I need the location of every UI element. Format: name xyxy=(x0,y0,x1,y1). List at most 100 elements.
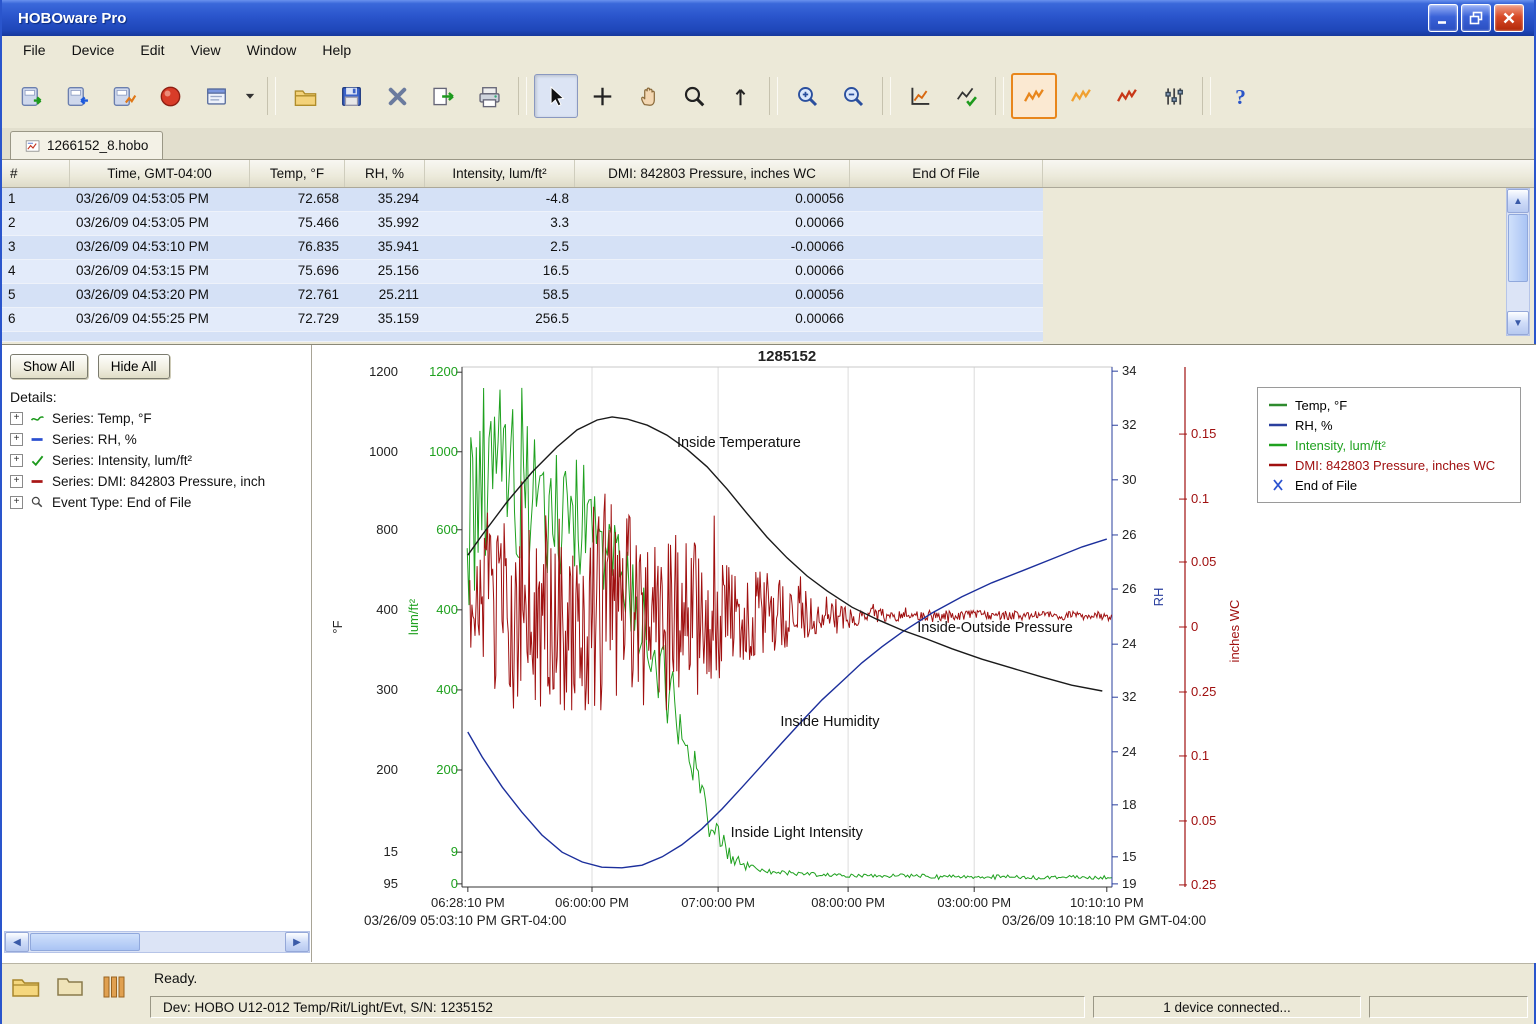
crosshair-tool-icon xyxy=(589,83,616,110)
table-vertical-scrollbar[interactable]: ▲ ▼ xyxy=(1506,188,1530,336)
menu-help[interactable]: Help xyxy=(309,38,364,62)
readout-device-button[interactable] xyxy=(56,74,100,118)
expand-icon[interactable]: + xyxy=(10,475,23,488)
device-status-button[interactable] xyxy=(194,74,238,118)
scrollbar-thumb[interactable] xyxy=(30,933,140,951)
table-row[interactable]: 6 03/26/09 04:55:25 PM 72.729 35.159 256.5 0.… xyxy=(2,308,1043,332)
plot-device-data-button[interactable] xyxy=(102,74,146,118)
tab-strip: 1266152_8.hobo xyxy=(2,128,1534,160)
axis-settings-icon xyxy=(907,83,934,110)
document-tab[interactable]: 1266152_8.hobo xyxy=(10,131,164,159)
legend-marker-icon xyxy=(1268,399,1288,411)
svg-text:06:28:10 PM: 06:28:10 PM xyxy=(431,895,505,910)
svg-text:32: 32 xyxy=(1122,417,1136,432)
arrow-left-icon: ◀ xyxy=(13,936,21,948)
column-header[interactable]: # xyxy=(2,160,70,187)
status-ready-text: Ready. xyxy=(154,970,198,986)
pressure-series-icon xyxy=(29,473,46,490)
svg-text:15: 15 xyxy=(384,844,398,859)
open-file-button[interactable] xyxy=(283,74,327,118)
column-header[interactable]: RH, % xyxy=(345,160,425,187)
expand-icon[interactable]: + xyxy=(10,433,23,446)
close-file-button[interactable] xyxy=(375,74,419,118)
close-button[interactable] xyxy=(1494,4,1524,32)
svg-text:0.25: 0.25 xyxy=(1191,684,1216,699)
select-tool-button[interactable] xyxy=(534,74,578,118)
plot-style-1-button[interactable] xyxy=(1011,73,1057,119)
export-data-button[interactable] xyxy=(421,74,465,118)
table-row[interactable]: 2 03/26/09 04:53:05 PM 75.466 35.992 3.3 0.00… xyxy=(2,212,1043,236)
details-horizontal-scrollbar[interactable]: ◀ ▶ xyxy=(4,931,310,953)
hobo-file-icon xyxy=(25,139,41,153)
help-button[interactable]: ? xyxy=(1218,74,1262,118)
zoom-out-button[interactable] xyxy=(831,74,875,118)
legend-entry: End of File xyxy=(1268,475,1510,495)
save-file-button[interactable] xyxy=(329,74,373,118)
show-all-button[interactable]: Show All xyxy=(10,354,88,379)
column-header[interactable]: DMI: 842803 Pressure, inches WC xyxy=(575,160,850,187)
table-row[interactable]: 5 03/26/09 04:53:20 PM 72.761 25.211 58.5 0.0… xyxy=(2,284,1043,308)
tree-item[interactable]: + Series: RH, % xyxy=(10,429,309,450)
launch-device-button[interactable] xyxy=(10,74,54,118)
table-cell: 5 xyxy=(8,287,16,302)
table-cell: 3 xyxy=(8,239,16,254)
table-cell: 35.992 xyxy=(377,215,419,230)
scroll-right-button[interactable]: ▶ xyxy=(285,932,309,952)
table-row[interactable]: 4 03/26/09 04:53:15 PM 75.696 25.156 16.5 0.0… xyxy=(2,260,1043,284)
expand-icon[interactable]: + xyxy=(10,412,23,425)
svg-text:03/26/09 05:03:10 PM GRT-04:00: 03/26/09 05:03:10 PM GRT-04:00 xyxy=(364,913,566,928)
crosshair-tool-button[interactable] xyxy=(580,74,624,118)
open-folder-icon[interactable] xyxy=(10,971,42,1003)
data-columns-icon[interactable] xyxy=(98,971,130,1003)
legend-entry: DMI: 842803 Pressure, inches WC xyxy=(1268,455,1510,475)
folder-icon[interactable] xyxy=(54,971,86,1003)
menu-file[interactable]: File xyxy=(10,38,59,62)
plot-parameters-button[interactable] xyxy=(1151,74,1195,118)
table-row[interactable]: 3 03/26/09 04:53:10 PM 76.835 35.941 2.5 -0.0… xyxy=(2,236,1043,260)
column-header[interactable]: Intensity, lum/ft² xyxy=(425,160,575,187)
caret-icon xyxy=(243,89,257,103)
menu-window[interactable]: Window xyxy=(234,38,310,62)
plot-style-2-button[interactable] xyxy=(1059,74,1103,118)
scrollbar-track[interactable] xyxy=(141,932,285,952)
stop-device-button[interactable] xyxy=(148,74,192,118)
zoom-tool-button[interactable] xyxy=(672,74,716,118)
column-header[interactable]: Temp, °F xyxy=(250,160,345,187)
tree-item[interactable]: + Series: DMI: 842803 Pressure, inch xyxy=(10,471,309,492)
axis-settings-button[interactable] xyxy=(898,74,942,118)
plot-style-3-button[interactable] xyxy=(1105,74,1149,118)
table-cell: 25.211 xyxy=(378,287,419,302)
zoom-in-button[interactable] xyxy=(785,74,829,118)
data-table-region: # Time, GMT-04:00 Temp, °F RH, % Intensity, … xyxy=(2,160,1534,344)
table-cell xyxy=(70,332,250,341)
tree-item[interactable]: + Event Type: End of File xyxy=(10,492,309,513)
menu-edit[interactable]: Edit xyxy=(127,38,177,62)
chart-legend[interactable]: Temp, °F RH, % Intensity, lum/ft² DMI: 8… xyxy=(1257,387,1521,503)
annotate-tool-button[interactable] xyxy=(718,74,762,118)
column-header[interactable]: Time, GMT-04:00 xyxy=(70,160,250,187)
menu-view[interactable]: View xyxy=(177,38,233,62)
scroll-down-button[interactable]: ▼ xyxy=(1507,311,1529,335)
table-row[interactable]: 1 03/26/09 04:53:05 PM 72.658 35.294 -4.8 0.0… xyxy=(2,188,1043,212)
scrollbar-thumb[interactable] xyxy=(1508,214,1528,282)
print-button[interactable] xyxy=(467,74,511,118)
table-cell xyxy=(850,332,1043,341)
tree-item[interactable]: + Series: Temp, °F xyxy=(10,408,309,429)
scroll-up-button[interactable]: ▲ xyxy=(1507,189,1529,213)
hide-all-button[interactable]: Hide All xyxy=(97,354,170,379)
tree-item[interactable]: + Series: Intensity, lum/ft² xyxy=(10,450,309,471)
table-row-partial[interactable] xyxy=(2,332,1043,342)
legend-entry: RH, % xyxy=(1268,415,1510,435)
status-dropdown-button[interactable] xyxy=(240,74,260,118)
arrow-down-icon: ▼ xyxy=(1513,317,1523,329)
menu-device[interactable]: Device xyxy=(59,38,128,62)
scroll-left-button[interactable]: ◀ xyxy=(5,932,29,952)
column-header[interactable]: End Of File xyxy=(850,160,1043,187)
expand-icon[interactable]: + xyxy=(10,454,23,467)
minimize-button[interactable] xyxy=(1428,4,1458,32)
expand-icon[interactable]: + xyxy=(10,496,23,509)
mark-points-button[interactable] xyxy=(944,74,988,118)
scrollbar-track[interactable] xyxy=(1507,283,1529,311)
pan-tool-button[interactable] xyxy=(626,74,670,118)
restore-button[interactable] xyxy=(1461,4,1491,32)
